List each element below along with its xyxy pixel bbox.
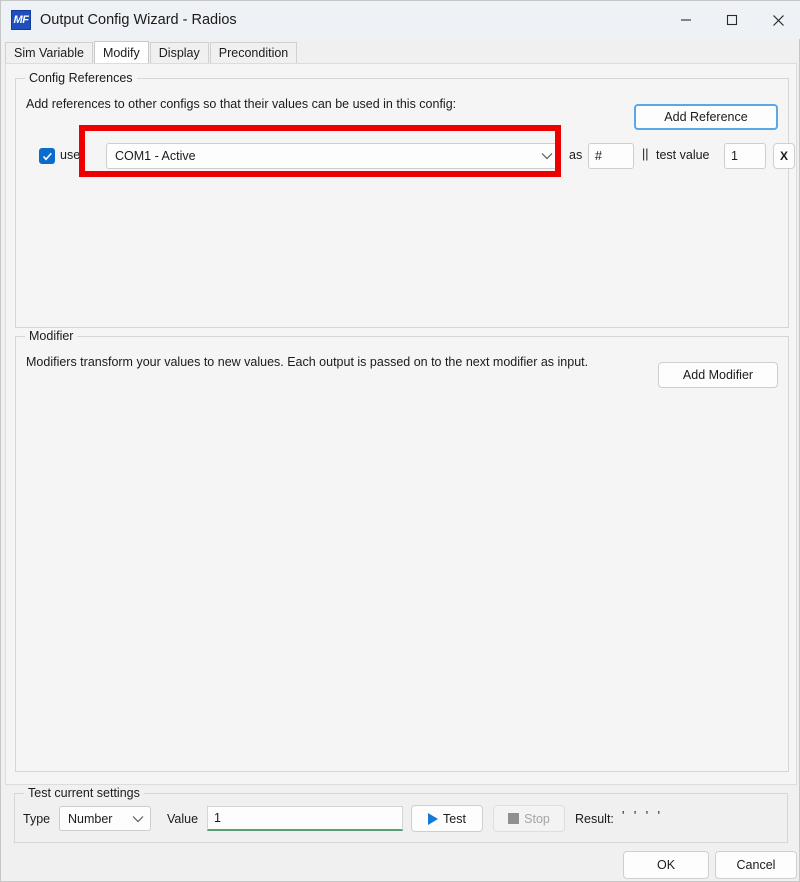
reference-combobox[interactable]: COM1 - Active bbox=[106, 143, 560, 169]
type-combobox-value: Number bbox=[60, 812, 126, 826]
config-references-description: Add references to other configs so that … bbox=[26, 97, 456, 111]
play-icon bbox=[428, 813, 438, 825]
modifier-title: Modifier bbox=[25, 329, 77, 343]
stop-icon bbox=[508, 813, 519, 824]
value-label: Value bbox=[167, 812, 198, 826]
mf-app-icon: MF bbox=[11, 10, 31, 30]
title-bar: MF Output Config Wizard - Radios bbox=[1, 1, 800, 39]
modifier-group: Modifier Modifiers transform your values… bbox=[15, 336, 789, 772]
output-config-wizard-dialog: MF Output Config Wizard - Radios Sim Var… bbox=[0, 0, 800, 882]
test-value-label: test value bbox=[656, 148, 710, 162]
result-value: ' ' ' ' bbox=[622, 809, 663, 823]
close-icon[interactable] bbox=[755, 1, 800, 39]
stop-button-label: Stop bbox=[524, 812, 550, 826]
test-current-settings-group: Test current settings Type Number Value … bbox=[14, 793, 788, 843]
window-controls bbox=[663, 1, 800, 39]
check-icon bbox=[42, 151, 53, 162]
modifier-description: Modifiers transform your values to new v… bbox=[26, 355, 588, 369]
chevron-down-icon bbox=[126, 815, 150, 823]
window-title: Output Config Wizard - Radios bbox=[40, 12, 237, 28]
chevron-down-icon bbox=[535, 152, 559, 160]
modify-tab-panel: Config References Add references to othe… bbox=[5, 63, 797, 785]
reference-row: use COM1 - Active as # || test value 1 X bbox=[26, 141, 780, 171]
maximize-icon[interactable] bbox=[709, 1, 755, 39]
result-label: Result: bbox=[575, 812, 614, 826]
test-current-settings-title: Test current settings bbox=[24, 786, 144, 800]
tab-precondition[interactable]: Precondition bbox=[210, 42, 298, 63]
test-button[interactable]: Test bbox=[411, 805, 483, 832]
separator-label: || bbox=[642, 147, 649, 161]
add-reference-button[interactable]: Add Reference bbox=[634, 104, 778, 130]
reference-combobox-value: COM1 - Active bbox=[107, 149, 535, 163]
stop-button[interactable]: Stop bbox=[493, 805, 565, 832]
remove-reference-button[interactable]: X bbox=[773, 143, 795, 169]
test-value-input[interactable]: 1 bbox=[724, 143, 766, 169]
tab-sim-variable[interactable]: Sim Variable bbox=[5, 42, 93, 63]
type-combobox[interactable]: Number bbox=[59, 806, 151, 831]
test-button-label: Test bbox=[443, 812, 466, 826]
config-references-title: Config References bbox=[25, 71, 137, 85]
value-input[interactable]: 1 bbox=[207, 806, 403, 831]
minimize-icon[interactable] bbox=[663, 1, 709, 39]
use-label: use bbox=[60, 148, 80, 162]
type-label: Type bbox=[23, 812, 50, 826]
tab-modify[interactable]: Modify bbox=[94, 41, 149, 63]
cancel-button[interactable]: Cancel bbox=[715, 851, 797, 879]
config-references-group: Config References Add references to othe… bbox=[15, 78, 789, 328]
add-modifier-button[interactable]: Add Modifier bbox=[658, 362, 778, 388]
tab-strip: Sim Variable Modify Display Precondition bbox=[1, 41, 800, 63]
use-checkbox[interactable] bbox=[39, 148, 55, 164]
tab-display[interactable]: Display bbox=[150, 42, 209, 63]
ok-button[interactable]: OK bbox=[623, 851, 709, 879]
as-label: as bbox=[569, 148, 582, 162]
as-input[interactable]: # bbox=[588, 143, 634, 169]
